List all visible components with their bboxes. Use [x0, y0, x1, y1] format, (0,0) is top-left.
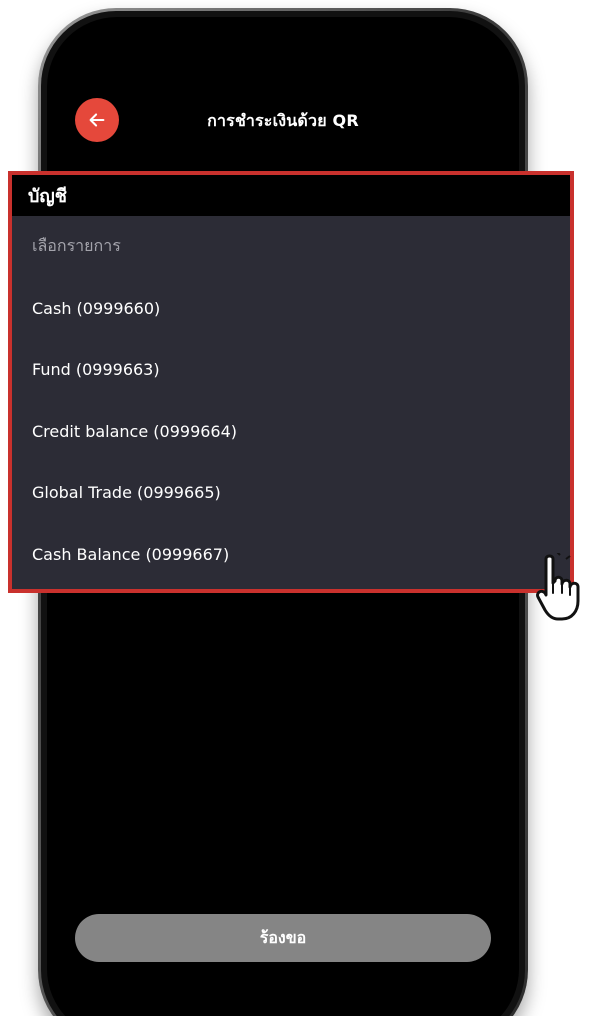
account-dropdown: บัญชี เลือกรายการ Cash (0999660) Fund (0…	[8, 171, 574, 593]
request-button[interactable]: ร้องขอ	[75, 914, 491, 962]
account-option-cash-balance[interactable]: Cash Balance (0999667)	[12, 524, 570, 586]
account-dropdown-label: บัญชี	[12, 175, 570, 216]
pointing-hand-icon	[536, 553, 580, 621]
page-title: การชำระเงินด้วย QR	[207, 111, 359, 130]
account-option-cash[interactable]: Cash (0999660)	[12, 278, 570, 340]
account-option-placeholder[interactable]: เลือกรายการ	[12, 216, 570, 278]
account-option-global-trade[interactable]: Global Trade (0999665)	[12, 462, 570, 524]
account-option-fund[interactable]: Fund (0999663)	[12, 339, 570, 401]
screenshot-stage: การชำระเงินด้วย QR ร้องขอ บัญชี เลือกราย…	[0, 0, 603, 1016]
account-options-list: เลือกรายการ Cash (0999660) Fund (0999663…	[12, 216, 570, 585]
account-option-credit-balance[interactable]: Credit balance (0999664)	[12, 401, 570, 463]
